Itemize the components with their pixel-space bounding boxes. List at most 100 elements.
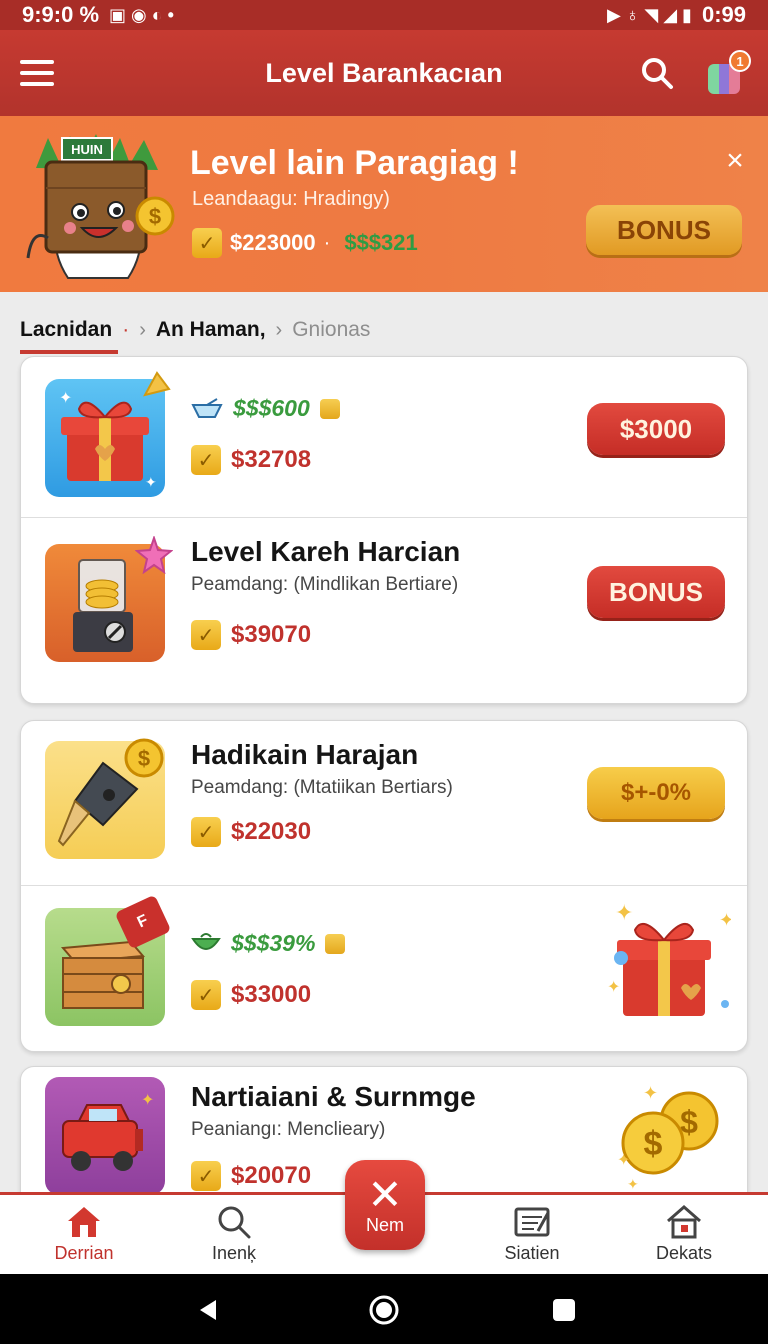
- breadcrumb-item-2[interactable]: An Haman,: [156, 318, 266, 342]
- breadcrumb-dot: ·: [122, 318, 130, 341]
- house-icon: [667, 1205, 701, 1239]
- nav-search[interactable]: Inenķ: [174, 1205, 294, 1264]
- row-price-line: ✓ $20070: [191, 1161, 311, 1191]
- search-icon[interactable]: [640, 56, 674, 90]
- nav-stats-label: Siatien: [504, 1243, 560, 1263]
- status-battery-time: 0:99: [701, 2, 746, 27]
- svg-text:✦: ✦: [627, 1176, 639, 1191]
- offer-card-1: ✦ ✦ $$$600 ✓ $32708 $3000 Level Kareh Ha…: [20, 356, 748, 704]
- breadcrumb: Lacnidan · › An Haman, › Gnionas: [20, 310, 370, 350]
- row1-green-text: $$$600: [233, 395, 310, 421]
- svg-text:✦: ✦: [615, 900, 633, 925]
- banner-amounts: ✓ $223000 · $$$321: [192, 228, 418, 258]
- breadcrumb-item-1[interactable]: Lacnidan: [20, 318, 112, 342]
- svg-text:✦: ✦: [59, 390, 72, 407]
- row2-bonus-button[interactable]: BONUS: [587, 566, 725, 618]
- svg-text:$: $: [149, 204, 161, 229]
- row1-action-button[interactable]: $3000: [587, 403, 725, 455]
- banner-amount-green: $$$321: [344, 230, 418, 255]
- chevron-right-icon: ›: [139, 318, 146, 341]
- nav-deals-label: Dekats: [655, 1243, 713, 1263]
- box-mascot-icon: HUIN $: [26, 134, 175, 279]
- row5-price: $20070: [231, 1162, 312, 1189]
- chevron-right-icon: ›: [275, 318, 283, 341]
- svg-text:✦: ✦: [607, 979, 620, 996]
- offer-card-2: $ Hadikain Harajan Peamdang: (Mtatiikan …: [20, 720, 748, 1052]
- status-bar: 9:9:0 % ▣ ◉ ◐ • ▶ ♁ ◥ ◢ ▮ 0:99: [0, 0, 768, 30]
- row4-price: $33000: [231, 981, 312, 1008]
- fab-label: Nem: [365, 1214, 404, 1235]
- checkbox-icon: ✓: [192, 228, 222, 258]
- svg-text:✦: ✦: [643, 1083, 658, 1103]
- banner-bonus-button[interactable]: BONUS: [586, 205, 742, 255]
- checkbox-icon: ✓: [191, 980, 221, 1010]
- nav-search-label: Inenķ: [211, 1243, 257, 1263]
- gift-box-icon: ✦ ✦ ✦: [607, 900, 731, 1016]
- lock-icon: [325, 933, 346, 954]
- row3-title: Hadikain Harajan: [191, 739, 419, 770]
- green-bowl-icon: [191, 932, 221, 950]
- nav-deals[interactable]: Dekats: [624, 1205, 744, 1264]
- promo-banner[interactable]: HUIN $ Level lain Paragiag ! Leandaagu: …: [0, 116, 768, 292]
- status-left: 9:9:0 % ▣ ◉ ◐ •: [22, 2, 174, 28]
- separator-dot: ·: [323, 231, 331, 254]
- search-icon: [218, 1206, 251, 1239]
- box-label: HUIN: [71, 142, 103, 157]
- status-time: 9:9:0 %: [22, 2, 100, 27]
- home-circle-icon[interactable]: [368, 1294, 400, 1326]
- checkbox-icon: ✓: [191, 1161, 221, 1191]
- close-icon[interactable]: ×: [722, 146, 748, 176]
- row-price-line: ✓ $39070: [191, 620, 311, 650]
- list-item[interactable]: F $$$39% ✓ $33000 ✦ ✦: [21, 886, 747, 1051]
- row-stats: $$$39%: [191, 930, 346, 957]
- notification-icons: ▣ ◉ ◐ •: [109, 4, 174, 25]
- close-icon: ✕: [367, 1170, 403, 1218]
- row3-price: $22030: [231, 818, 312, 845]
- coins-icon: $ $ ✦ ✦ ✦: [617, 1083, 719, 1191]
- lock-icon: [319, 398, 340, 419]
- svg-text:$: $: [644, 1125, 663, 1163]
- close-fab-button[interactable]: ✕ Nem: [345, 1160, 425, 1250]
- back-icon[interactable]: [196, 1298, 220, 1322]
- svg-text:$: $: [138, 746, 150, 771]
- row-price-line: ✓ $22030: [191, 817, 311, 847]
- row2-price: $39070: [231, 621, 312, 648]
- breadcrumb-item-3[interactable]: Gnionas: [292, 318, 370, 342]
- app-screen: 9:9:0 % ▣ ◉ ◐ • ▶ ♁ ◥ ◢ ▮ 0:99 Level Bar…: [0, 0, 768, 1344]
- notepad-icon: [514, 1207, 550, 1237]
- system-icons: ▶ ♁ ◥ ◢ ▮: [607, 4, 692, 25]
- svg-text:✦: ✦: [617, 1152, 630, 1169]
- svg-text:✦: ✦: [719, 910, 731, 930]
- bell-icon: [143, 371, 171, 397]
- coin-icon: $: [124, 738, 164, 778]
- banner-title: Level lain Paragiag !: [190, 144, 519, 182]
- app-bar: Level Barankacıan 1: [0, 30, 768, 116]
- svg-text:✦: ✦: [141, 1092, 154, 1109]
- banner-amount: $223000: [230, 230, 316, 255]
- row3-action-button[interactable]: $+-0%: [587, 767, 725, 819]
- notification-badge: 1: [729, 50, 751, 72]
- gift-icon[interactable]: 1: [704, 50, 751, 98]
- nav-stats[interactable]: Siatien: [472, 1205, 592, 1264]
- breadcrumb-active-indicator: [20, 350, 118, 354]
- truck-thumbnail: ✦: [45, 1077, 165, 1195]
- bowl-icon: [191, 397, 223, 418]
- row1-price: $32708: [231, 446, 312, 473]
- nav-home[interactable]: Derrian: [24, 1205, 144, 1264]
- row5-subtitle: Peaniangı: Mencliеary): [191, 1119, 386, 1140]
- nav-home-label: Derrian: [54, 1243, 114, 1263]
- status-right: ▶ ♁ ◥ ◢ ▮ 0:99: [607, 2, 746, 28]
- row3-subtitle: Peamdang: (Mtatiikan Bertiars): [191, 777, 453, 798]
- list-item[interactable]: ✦ ✦ $$$600 ✓ $32708 $3000: [21, 357, 747, 517]
- row4-green-text: $$$39%: [231, 930, 316, 956]
- recents-icon[interactable]: [552, 1298, 576, 1322]
- row-price-line: ✓ $32708: [191, 445, 311, 475]
- checkbox-icon: ✓: [191, 817, 221, 847]
- star-icon: [135, 536, 173, 574]
- list-item[interactable]: $ Hadikain Harajan Peamdang: (Mtatiikan …: [21, 721, 747, 885]
- list-item[interactable]: Level Kareh Harcian Peamdang: (Mindlikan…: [21, 518, 747, 703]
- row5-title: Nartiaiani & Surnmge: [191, 1081, 476, 1112]
- system-navigation-bar: [0, 1274, 768, 1344]
- svg-text:✦: ✦: [145, 474, 157, 490]
- checkbox-icon: ✓: [191, 445, 221, 475]
